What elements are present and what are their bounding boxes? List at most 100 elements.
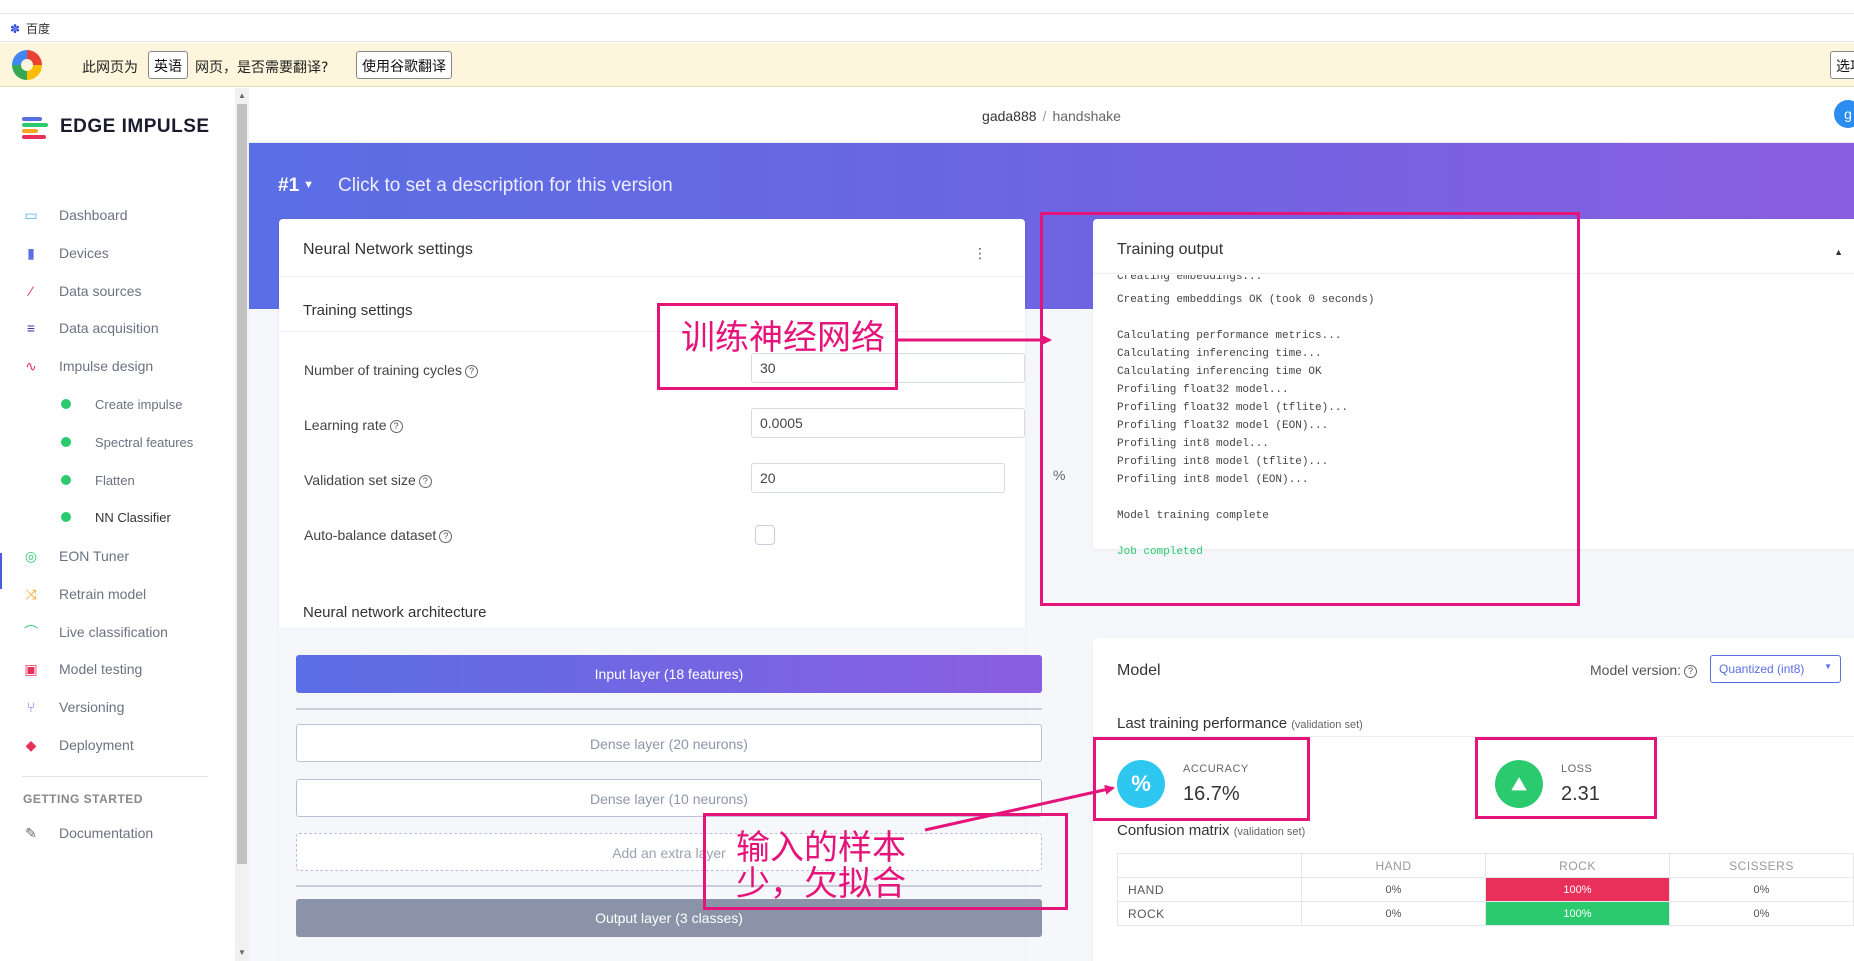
dense-layer-1[interactable]: Dense layer (20 neurons) — [296, 724, 1042, 762]
confusion-matrix: HAND ROCK SCISSERS HAND 0% 100% 0% ROCK … — [1117, 853, 1854, 926]
translate-prefix: 此网页为 — [82, 60, 138, 76]
performance-title: Last training performance (validation se… — [1117, 715, 1363, 732]
sidebar-item-impulse-design[interactable]: ∿ Impulse design — [0, 351, 235, 381]
matrix-row: ROCK 0% 100% 0% — [1117, 901, 1854, 926]
sidebar-item-live-classification[interactable]: ⌒ Live classification — [0, 617, 235, 647]
scroll-thumb[interactable] — [237, 104, 247, 864]
sidebar-item-documentation[interactable]: ✎ Documentation — [0, 818, 235, 848]
sidebar-item-model-testing[interactable]: ▣ Model testing — [0, 654, 235, 684]
breadcrumb: gada888 / handshake — [249, 108, 1854, 124]
book-icon: ✎ — [25, 825, 37, 841]
input-layer[interactable]: Input layer (18 features) — [296, 655, 1042, 693]
monitor-icon: ▭ — [24, 207, 38, 223]
model-version-label-text: Model version: — [1590, 662, 1682, 678]
kebab-menu-icon[interactable]: ⋮ — [973, 245, 987, 262]
help-icon[interactable]: ? — [418, 475, 432, 488]
auto-balance-label-text: Auto-balance dataset — [304, 527, 437, 543]
chrome-translate-logo-icon — [12, 50, 42, 80]
matrix-column-header: SCISSERS — [1669, 853, 1854, 878]
status-dot — [61, 437, 71, 447]
validation-size-input[interactable]: 20 — [751, 463, 1005, 493]
learning-rate-label-text: Learning rate — [304, 417, 387, 433]
training-settings-title: Training settings — [303, 302, 413, 319]
shuffle-icon: ⤨ — [25, 586, 37, 602]
tuner-icon: ◎ — [24, 548, 38, 564]
scroll-up-arrow-icon[interactable]: ▲ — [238, 91, 246, 100]
avatar[interactable]: g — [1834, 100, 1854, 128]
clipboard-icon: ▣ — [24, 661, 38, 677]
brand[interactable]: EDGE IMPULSE — [22, 116, 210, 139]
sidebar-subitem-nn-classifier[interactable]: NN Classifier — [0, 502, 235, 532]
dense-layer-2[interactable]: Dense layer (10 neurons) — [296, 779, 1042, 817]
sidebar-item-label: Spectral features — [95, 434, 194, 450]
sidebar-item-data-sources[interactable]: ⁄ Data sources — [0, 276, 235, 306]
version-description[interactable]: Click to set a description for this vers… — [338, 175, 673, 197]
model-version-select[interactable]: Quantized (int8) ▼ — [1710, 655, 1841, 683]
version-selector[interactable]: #1 ▼ — [278, 175, 314, 197]
auto-balance-checkbox[interactable] — [755, 525, 775, 545]
sidebar-item-dashboard[interactable]: ▭ Dashboard — [0, 200, 235, 230]
sidebar-item-deployment[interactable]: ◆ Deployment — [0, 730, 235, 760]
bookmark-baidu[interactable]: ✽ 百度 — [10, 20, 50, 37]
matrix-cell: 0% — [1669, 901, 1854, 926]
language-button[interactable]: 英语 — [148, 51, 188, 79]
matrix-cell: 0% — [1301, 901, 1486, 926]
chevron-down-icon: ▼ — [1824, 662, 1832, 671]
annotation-box-accuracy — [1093, 737, 1310, 821]
help-icon[interactable]: ? — [464, 365, 478, 378]
browser-toolbar — [0, 0, 1854, 14]
learning-rate-input[interactable]: 0.0005 — [751, 408, 1025, 438]
matrix-corner — [1117, 853, 1302, 878]
section-title-getting-started: GETTING STARTED — [23, 792, 143, 806]
sidebar-item-label: Devices — [59, 245, 109, 261]
sidebar-item-label: Versioning — [59, 699, 125, 715]
annotation-underfit: 输入的样本 少，欠拟合 — [736, 828, 906, 904]
sidebar-item-data-acquisition[interactable]: ≡ Data acquisition — [0, 313, 235, 343]
sidebar-item-versioning[interactable]: ⑂ Versioning — [0, 692, 235, 722]
divider — [279, 276, 1025, 277]
sidebar-item-label: Documentation — [59, 825, 154, 841]
collapse-caret-icon[interactable]: ▲ — [1834, 247, 1843, 257]
matrix-column-header: ROCK — [1485, 853, 1670, 878]
status-dot — [61, 399, 71, 409]
annotation-underfit-line1: 输入的样本 — [736, 828, 906, 868]
sidebar-scrollbar[interactable]: ▲ ▼ — [235, 88, 249, 961]
help-icon[interactable]: ? — [439, 530, 453, 543]
sidebar-item-eon-tuner[interactable]: ◎ EON Tuner — [0, 541, 235, 571]
bookmark-bar: ✽ 百度 — [0, 14, 1854, 42]
status-dot — [61, 475, 71, 485]
scroll-down-arrow-icon[interactable]: ▼ — [238, 948, 246, 957]
sidebar-item-label: Data sources — [59, 283, 142, 299]
annotation-box-loss — [1475, 737, 1657, 819]
breadcrumb-user[interactable]: gada888 — [982, 108, 1037, 124]
help-icon[interactable]: ? — [1684, 665, 1698, 678]
layer-separator — [296, 708, 1042, 710]
options-button[interactable]: 选项 — [1830, 51, 1854, 79]
sidebar-item-devices[interactable]: ▮ Devices — [0, 238, 235, 268]
sidebar-subitem-spectral-features[interactable]: Spectral features — [0, 427, 235, 457]
breadcrumb-project[interactable]: handshake — [1052, 108, 1121, 124]
sidebar-item-retrain-model[interactable]: ⤨ Retrain model — [0, 579, 235, 609]
validation-size-label-text: Validation set size — [304, 472, 416, 488]
help-icon[interactable]: ? — [389, 420, 403, 433]
divider — [279, 331, 1025, 332]
chip-icon: ▮ — [27, 245, 35, 261]
matrix-cell: 100% — [1485, 877, 1670, 902]
performance-note: (validation set) — [1291, 719, 1363, 731]
sidebar-item-label: Deployment — [59, 737, 134, 753]
branch-icon: ⑂ — [26, 699, 36, 715]
translate-bar: 此网页为 英语 网页，是否需要翻译? 使用谷歌翻译 选项 — [0, 43, 1854, 87]
sidebar-subitem-create-impulse[interactable]: Create impulse — [0, 389, 235, 419]
sidebar-item-label: Create impulse — [95, 396, 183, 412]
translate-button[interactable]: 使用谷歌翻译 — [356, 51, 452, 79]
sidebar-subitem-flatten[interactable]: Flatten — [0, 465, 235, 495]
cycles-label-text: Number of training cycles — [304, 362, 462, 378]
annotation-underfit-line2: 少，欠拟合 — [736, 863, 906, 904]
validation-size-label: Validation set size? — [304, 472, 432, 488]
matrix-column-header: HAND — [1301, 853, 1486, 878]
matrix-row: HAND 0% 100% 0% — [1117, 877, 1854, 902]
database-icon: ≡ — [26, 320, 36, 336]
translate-suffix: 网页，是否需要翻译? — [195, 60, 329, 76]
confusion-matrix-title: Confusion matrix (validation set) — [1117, 822, 1305, 839]
package-icon: ◆ — [25, 737, 37, 753]
